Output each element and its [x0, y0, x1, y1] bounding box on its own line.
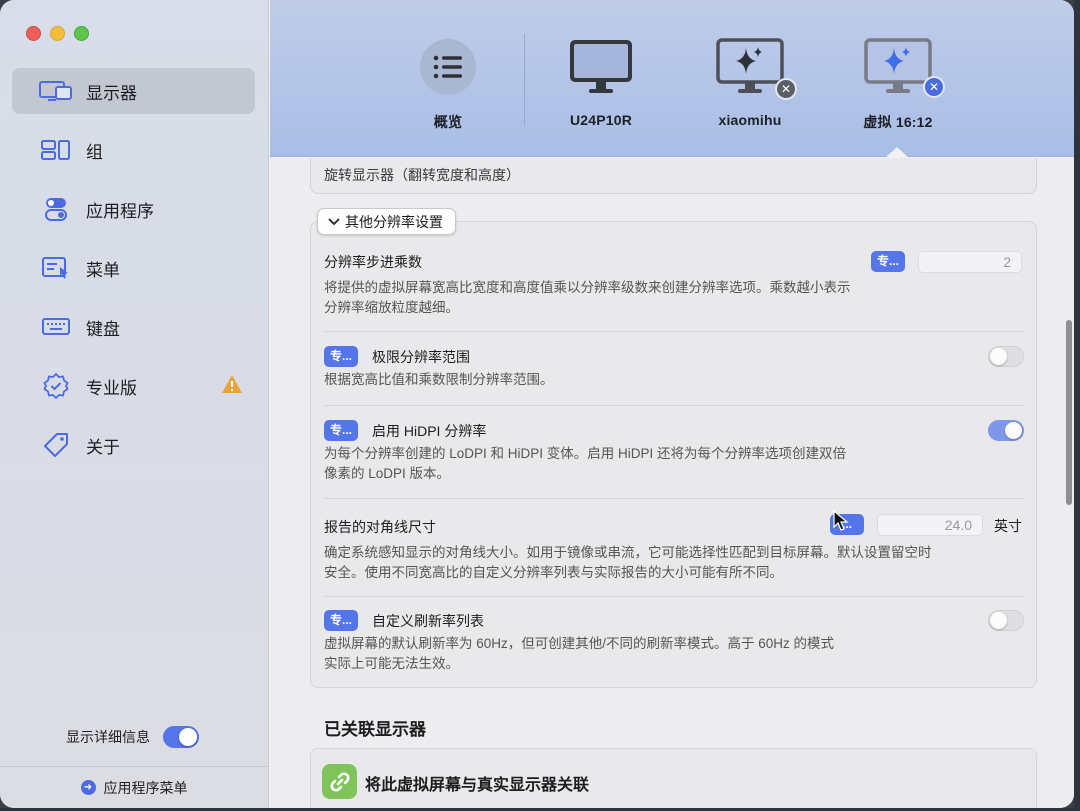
- pro-badge[interactable]: 专...: [324, 420, 358, 441]
- show-details-row: 显示详细信息: [66, 726, 199, 748]
- sidebar-item-label: 显示器: [86, 83, 137, 103]
- desktop-edge: [1074, 0, 1080, 811]
- virtual-monitor-icon: [864, 38, 932, 101]
- setting-row-hidpi: 专... 启用 HiDPI 分辨率 为每个分辨率创建的 LoDPI 和 HiDP…: [324, 420, 1024, 484]
- show-details-toggle[interactable]: [163, 726, 199, 748]
- divider: [524, 34, 525, 126]
- close-window-button[interactable]: [26, 26, 41, 41]
- limit-range-toggle[interactable]: [988, 346, 1024, 367]
- remove-display-icon[interactable]: ✕: [923, 76, 945, 98]
- zoom-window-button[interactable]: [74, 26, 89, 41]
- apps-toggle-icon: [38, 197, 74, 221]
- list-icon: [419, 38, 477, 101]
- diagonal-size-field[interactable]: 24.0: [877, 514, 983, 536]
- window-controls: [26, 26, 89, 41]
- sidebar: 显示器 组 应用程序 菜单 键盘 专业版 关于 显示详细信息 ➜ 应用程序菜单: [0, 0, 269, 808]
- setting-description: 将提供的虚拟屏幕宽高比宽度和高度值乘以分辨率级数来创建分辨率选项。乘数越小表示 …: [324, 280, 851, 315]
- tab-label: 虚拟 16:12: [863, 114, 933, 130]
- tab-display-virtual-16-12[interactable]: ✕ 虚拟 16:12: [838, 38, 958, 132]
- resolution-settings-card: 分辨率步进乘数 将提供的虚拟屏幕宽高比宽度和高度值乘以分辨率级数来创建分辨率选项…: [310, 221, 1037, 688]
- divider: [324, 596, 1024, 597]
- sidebar-item-groups[interactable]: 组: [12, 127, 255, 173]
- virtual-monitor-icon: [716, 38, 784, 101]
- tab-overview[interactable]: 概览: [388, 38, 508, 132]
- sidebar-item-about[interactable]: 关于: [12, 422, 255, 468]
- scrollbar[interactable]: [1066, 320, 1072, 505]
- setting-title: 自定义刷新率列表: [372, 612, 484, 629]
- tab-label: U24P10R: [569, 112, 633, 128]
- refresh-rates-toggle[interactable]: [988, 610, 1024, 631]
- link-icon: [322, 764, 357, 799]
- sidebar-item-label: 键盘: [86, 319, 120, 339]
- sidebar-item-label: 组: [86, 142, 103, 162]
- pro-badge-icon: [38, 373, 74, 399]
- menu-icon: [38, 256, 74, 280]
- setting-description: 根据宽高比值和乘数限制分辨率范围。: [324, 372, 554, 387]
- pro-badge[interactable]: 专...: [871, 251, 905, 272]
- keyboard-icon: [38, 315, 74, 339]
- tab-display-u24p10r[interactable]: U24P10R: [541, 38, 661, 128]
- app-menu-button[interactable]: ➜ 应用程序菜单: [0, 766, 268, 808]
- rotate-display-card: 旋转显示器（翻转宽度和高度）: [310, 158, 1037, 194]
- setting-row-refresh-rates: 专... 自定义刷新率列表 虚拟屏幕的默认刷新率为 60Hz，但可创建其他/不同…: [324, 610, 1024, 674]
- tab-label: xiaomihu: [718, 112, 782, 128]
- tab-label: 概览: [433, 114, 463, 130]
- sidebar-item-label: 关于: [86, 437, 120, 457]
- linked-displays-heading: 已关联显示器: [324, 720, 426, 739]
- unit-label: 英寸: [994, 518, 1022, 534]
- link-display-card[interactable]: 将此虚拟屏幕与真实显示器关联: [310, 748, 1037, 808]
- divider: [324, 405, 1024, 406]
- setting-description: 为每个分辨率创建的 LoDPI 和 HiDPI 变体。启用 HiDPI 还将为每…: [324, 446, 847, 481]
- rotate-display-label: 旋转显示器（翻转宽度和高度）: [324, 167, 520, 183]
- display-switcher-bar: 概览 U24P10R ✕ xiaomihu ✕ 虚拟 16:12: [270, 0, 1074, 158]
- sidebar-nav: 显示器 组 应用程序 菜单 键盘 专业版 关于: [12, 68, 255, 481]
- arrow-right-icon: ➜: [80, 780, 96, 795]
- setting-title: 极限分辨率范围: [372, 348, 470, 365]
- sidebar-item-label: 专业版: [86, 378, 137, 398]
- app-window: 显示器 组 应用程序 菜单 键盘 专业版 关于 显示详细信息 ➜ 应用程序菜单 …: [0, 0, 1074, 808]
- selection-notch: [885, 147, 909, 158]
- remove-display-icon[interactable]: ✕: [775, 78, 797, 100]
- step-multiplier-field[interactable]: 2: [918, 251, 1022, 273]
- pro-badge[interactable]: 专...: [324, 346, 358, 367]
- setting-description: 虚拟屏幕的默认刷新率为 60Hz，但可创建其他/不同的刷新率模式。高于 60Hz…: [324, 636, 835, 671]
- pro-badge[interactable]: 专...: [324, 610, 358, 631]
- groups-icon: [38, 138, 74, 162]
- divider: [324, 498, 1024, 499]
- setting-title: 启用 HiDPI 分辨率: [372, 422, 487, 439]
- sidebar-item-displays[interactable]: 显示器: [12, 68, 255, 114]
- minimize-window-button[interactable]: [50, 26, 65, 41]
- sidebar-item-keyboard[interactable]: 键盘: [12, 304, 255, 350]
- app-menu-label: 应用程序菜单: [103, 779, 188, 796]
- divider: [324, 331, 1024, 332]
- sidebar-item-apps[interactable]: 应用程序: [12, 186, 255, 232]
- hidpi-toggle[interactable]: [988, 420, 1024, 441]
- sidebar-item-label: 菜单: [86, 260, 120, 280]
- setting-description: 确定系统感知显示的对角线大小。如用于镜像或串流，它可能选择性匹配到目标屏幕。默认…: [324, 545, 932, 580]
- chevron-down-icon: [328, 215, 340, 229]
- tab-display-xiaomihu[interactable]: ✕ xiaomihu: [690, 38, 810, 128]
- setting-row-limit-range: 专... 极限分辨率范围 根据宽高比值和乘数限制分辨率范围。: [324, 346, 1024, 390]
- show-details-label: 显示详细信息: [66, 729, 150, 745]
- monitor-icon: [568, 38, 634, 101]
- section-toggle-other-resolution[interactable]: 其他分辨率设置: [317, 208, 456, 235]
- warning-icon: [221, 374, 243, 399]
- sidebar-item-label: 应用程序: [86, 201, 154, 221]
- link-display-label: 将此虚拟屏幕与真实显示器关联: [365, 777, 590, 794]
- mouse-cursor-icon: [833, 509, 849, 537]
- tag-icon: [38, 433, 74, 457]
- settings-panel: 旋转显示器（翻转宽度和高度） 其他分辨率设置 分辨率步进乘数 将提供的虚拟屏幕宽…: [270, 158, 1074, 808]
- section-label: 其他分辨率设置: [345, 213, 443, 230]
- sidebar-item-menu[interactable]: 菜单: [12, 245, 255, 291]
- sidebar-item-pro[interactable]: 专业版: [12, 363, 255, 409]
- displays-icon: [38, 79, 74, 103]
